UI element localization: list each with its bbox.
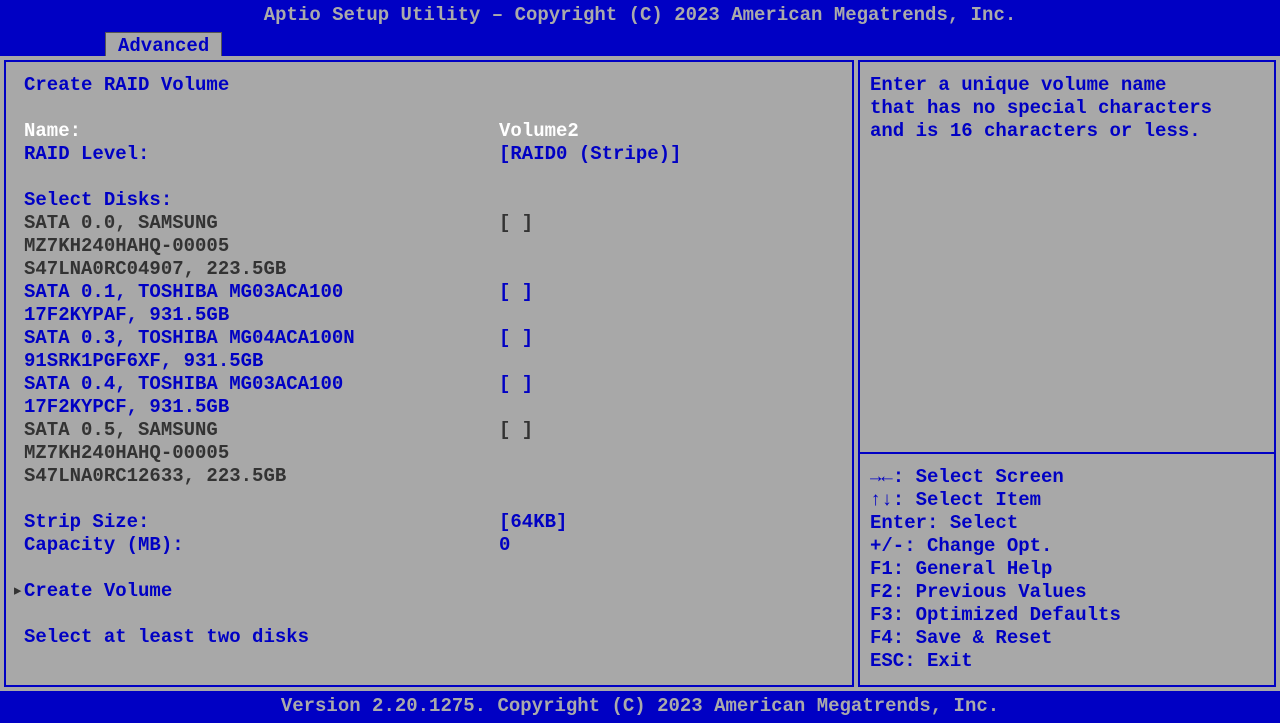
name-label: Name: (24, 120, 499, 143)
select-disks-label: Select Disks: (24, 189, 172, 212)
strip-size-row[interactable]: Strip Size: [64KB] (24, 511, 834, 534)
help-line: Enter a unique volume name (870, 74, 1264, 97)
key-select-item: ↑↓: Select Item (870, 489, 1264, 512)
key-previous-values: F2: Previous Values (870, 581, 1264, 604)
raid-level-row[interactable]: RAID Level: [RAID0 (Stripe)] (24, 143, 834, 166)
disk-line2: MZ7KH240HAHQ-00005 (24, 235, 229, 258)
disk-line1: SATA 0.5, SAMSUNG (24, 419, 499, 442)
create-volume-row[interactable]: ▸ Create Volume (24, 580, 834, 603)
disk-line3: S47LNA0RC04907, 223.5GB (24, 258, 286, 281)
left-panel: Create RAID Volume Name: Volume2 RAID Le… (4, 60, 854, 687)
section-title: Create RAID Volume (24, 74, 229, 97)
name-row[interactable]: Name: Volume2 (24, 120, 834, 143)
disk-line1: SATA 0.1, TOSHIBA MG03ACA100 (24, 281, 499, 304)
footer-text: Version 2.20.1275. Copyright (C) 2023 Am… (281, 695, 999, 717)
strip-size-value: [64KB] (499, 511, 834, 534)
key-exit: ESC: Exit (870, 650, 1264, 673)
disk-row[interactable]: SATA 0.3, TOSHIBA MG04ACA100N [ ] (24, 327, 834, 350)
key-optimized-defaults: F3: Optimized Defaults (870, 604, 1264, 627)
title-text: Aptio Setup Utility – Copyright (C) 2023… (264, 4, 1017, 26)
keys-section: →←: Select Screen ↑↓: Select Item Enter:… (870, 462, 1264, 673)
create-volume-label: Create Volume (24, 580, 172, 603)
key-select-screen: →←: Select Screen (870, 466, 1264, 489)
capacity-label: Capacity (MB): (24, 534, 499, 557)
name-value: Volume2 (499, 120, 834, 143)
key-enter: Enter: Select (870, 512, 1264, 535)
disk-line1: SATA 0.3, TOSHIBA MG04ACA100N (24, 327, 499, 350)
disk-line1: SATA 0.0, SAMSUNG (24, 212, 499, 235)
help-text: Enter a unique volume name that has no s… (870, 74, 1264, 444)
tab-row: Advanced (0, 32, 1280, 56)
submenu-marker-icon: ▸ (12, 580, 23, 603)
disk-checkbox: [ ] (499, 212, 834, 235)
footer-bar: Version 2.20.1275. Copyright (C) 2023 Am… (0, 691, 1280, 723)
disk-row: SATA 0.5, SAMSUNG [ ] (24, 419, 834, 442)
title-bar: Aptio Setup Utility – Copyright (C) 2023… (0, 0, 1280, 32)
key-change-opt: +/-: Change Opt. (870, 535, 1264, 558)
disk-line3: S47LNA0RC12633, 223.5GB (24, 465, 286, 488)
strip-size-label: Strip Size: (24, 511, 499, 534)
disk-line2: MZ7KH240HAHQ-00005 (24, 442, 229, 465)
raid-level-label: RAID Level: (24, 143, 499, 166)
tab-advanced[interactable]: Advanced (105, 32, 222, 59)
disk-line2: 91SRK1PGF6XF, 931.5GB (24, 350, 263, 373)
disk-line2: 17F2KYPAF, 931.5GB (24, 304, 229, 327)
bios-screen: Aptio Setup Utility – Copyright (C) 2023… (0, 0, 1280, 723)
disk-checkbox: [ ] (499, 281, 834, 304)
disk-row[interactable]: SATA 0.1, TOSHIBA MG03ACA100 [ ] (24, 281, 834, 304)
help-line: and is 16 characters or less. (870, 120, 1264, 143)
key-save-reset: F4: Save & Reset (870, 627, 1264, 650)
capacity-value: 0 (499, 534, 834, 557)
disk-line1: SATA 0.4, TOSHIBA MG03ACA100 (24, 373, 499, 396)
disk-checkbox: [ ] (499, 327, 834, 350)
raid-level-value: [RAID0 (Stripe)] (499, 143, 834, 166)
capacity-row[interactable]: Capacity (MB): 0 (24, 534, 834, 557)
main-area: Create RAID Volume Name: Volume2 RAID Le… (0, 56, 1280, 691)
key-general-help: F1: General Help (870, 558, 1264, 581)
disk-row[interactable]: SATA 0.4, TOSHIBA MG03ACA100 [ ] (24, 373, 834, 396)
hint-text: Select at least two disks (24, 626, 309, 649)
right-panel: Enter a unique volume name that has no s… (858, 60, 1276, 687)
disk-checkbox: [ ] (499, 419, 834, 442)
disk-row: SATA 0.0, SAMSUNG [ ] (24, 212, 834, 235)
disk-checkbox: [ ] (499, 373, 834, 396)
help-line: that has no special characters (870, 97, 1264, 120)
right-divider (860, 452, 1274, 454)
disk-line2: 17F2KYPCF, 931.5GB (24, 396, 229, 419)
